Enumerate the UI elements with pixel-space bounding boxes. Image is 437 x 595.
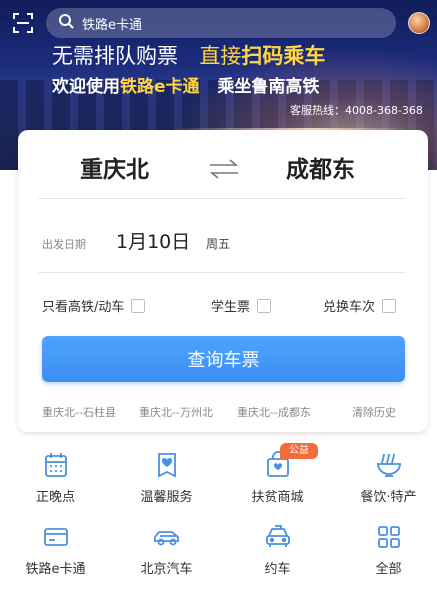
service-label: 约车 [264,562,291,577]
option-label: 学生票 [211,300,251,315]
service-beijing-auto[interactable]: 北京汽车 [112,522,221,592]
service-train-status[interactable]: 正晚点 [1,450,110,520]
search-bar[interactable]: 铁路e卡通 [46,8,396,38]
option-highspeed-only[interactable]: 只看高铁/动车 [42,296,146,315]
scan-icon[interactable] [12,12,34,34]
service-all[interactable]: 全部 [334,522,437,592]
heart-card-icon [152,450,182,480]
promo-headline: 无需排队购票 直接扫码乘车 [52,40,325,70]
service-label: 全部 [375,562,402,577]
from-station[interactable]: 重庆北 [80,150,149,184]
avatar[interactable] [408,12,430,34]
promo-text: 乘坐鲁南高铁 [217,77,320,97]
service-label: 扶贫商城 [251,490,304,505]
checkbox[interactable] [131,298,146,313]
service-ride-hailing[interactable]: 约车 [223,522,332,592]
service-food-specialty[interactable]: 餐饮·特产 [334,450,437,520]
taxi-icon [263,522,293,552]
option-student-ticket[interactable]: 学生票 [211,296,272,315]
service-label: 铁路e卡通 [25,562,86,577]
search-icon [58,13,74,33]
history-item[interactable]: 重庆北--万州北 [139,404,213,420]
query-tickets-button[interactable]: 查询车票 [42,336,405,382]
noodle-bowl-icon [374,450,404,480]
promo-text: 欢迎使用 [52,77,120,97]
weekday: 周五 [206,237,231,251]
service-label: 正晚点 [35,490,75,505]
calendar-icon [41,450,71,480]
divider [38,198,406,199]
charity-badge: 公益 [280,443,318,459]
service-label: 北京汽车 [140,562,193,577]
departure-date[interactable]: 1月10日 [116,227,190,254]
service-rail-ecard[interactable]: 铁路e卡通 [1,522,110,592]
to-station[interactable]: 成都东 [286,150,355,184]
service-warm-service[interactable]: 温馨服务 [112,450,221,520]
checkbox[interactable] [257,298,272,313]
promo-subheadline: 欢迎使用铁路e卡通 乘坐鲁南高铁 [52,72,319,97]
hotline-text: 客服热线：4008-368-368 [290,104,423,117]
history-fade [318,398,344,420]
service-label: 餐饮·特产 [360,490,417,505]
service-label: 温馨服务 [140,490,193,505]
ticket-search-card: 重庆北 成都东 出发日期 1月10日 周五 只看高铁/动车 学生票 兑换车次 查… [18,130,428,432]
search-placeholder: 铁路e卡通 [82,17,142,33]
card-icon [41,522,71,552]
option-label: 只看高铁/动车 [42,300,125,315]
history-item[interactable]: 重庆北--石柱县 [42,404,116,420]
swap-stations-icon[interactable] [206,158,242,180]
option-label: 兑换车次 [323,300,376,315]
option-exchange-train[interactable]: 兑换车次 [323,296,397,315]
history-item[interactable]: 重庆北--成都东 [237,404,311,420]
car-icon [152,522,182,552]
divider [38,272,406,273]
promo-text: 直接 [199,44,242,68]
promo-text: 无需排队购票 [52,44,178,68]
promo-text: 扫码乘车 [241,44,326,68]
date-label: 出发日期 [42,238,86,251]
clear-history-button[interactable]: 清除历史 [352,404,396,420]
checkbox[interactable] [382,298,397,313]
promo-text: 铁路e卡通 [120,77,200,97]
service-poverty-mall[interactable]: 扶贫商城 [223,450,332,520]
grid-icon [374,522,404,552]
